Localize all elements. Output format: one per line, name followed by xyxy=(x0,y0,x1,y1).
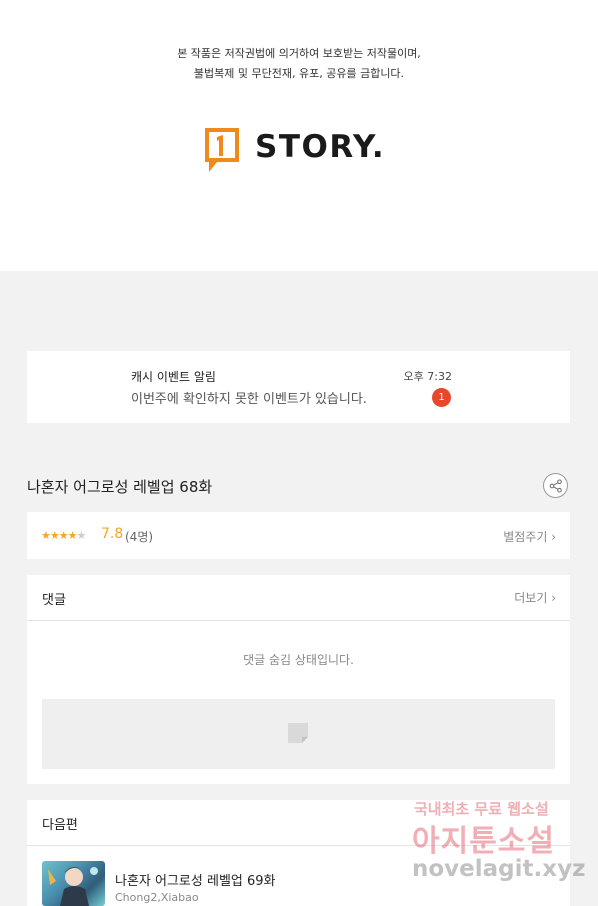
rate-button[interactable]: 별점주기 › xyxy=(503,528,556,545)
notification-count-badge: 1 xyxy=(432,388,451,407)
comments-more-link[interactable]: 더보기 › xyxy=(514,589,556,606)
logo-mark-icon xyxy=(205,128,239,172)
watermark-url: novelagit.xyz xyxy=(412,856,586,882)
copyright-notice: 본 작품은 저작권법에 의거하여 보호받는 저작물이며, 불법복제 및 무단전재… xyxy=(0,44,598,84)
filled-stars: ★★★★ xyxy=(41,529,77,542)
rating-count: (4명) xyxy=(125,530,154,544)
comments-hidden-message: 댓글 숨김 상태입니다. xyxy=(243,653,354,667)
episode-thumbnail xyxy=(42,861,105,906)
rating-score: 7.8 xyxy=(101,526,124,542)
star-rating-icon: ★★★★★ xyxy=(41,529,86,542)
logo-wordmark: STORY. xyxy=(255,129,386,165)
comments-card: 댓글 더보기 › 댓글 숨김 상태입니다. xyxy=(27,575,570,784)
watermark: 국내최초 무료 웹소설 아지툰소설 novelagit.xyz xyxy=(412,798,588,898)
divider xyxy=(27,620,570,621)
notification-time: 오후 7:32 xyxy=(403,370,452,383)
thumbnail-art-icon xyxy=(48,867,98,906)
copyright-banner: 본 작품은 저작권법에 의거하여 보호받는 저작물이며, 불법복제 및 무단전재… xyxy=(0,0,598,271)
next-episode-title: 나혼자 어그로성 레벨업 69화 xyxy=(115,874,276,889)
notification-body: 이번주에 확인하지 못한 이벤트가 있습니다. xyxy=(131,392,367,407)
comments-heading: 댓글 xyxy=(42,593,66,608)
rating-card: ★★★★★ 7.8 (4명) 별점주기 › xyxy=(27,512,570,559)
notification-card[interactable]: 캐시 이벤트 알림 이번주에 확인하지 못한 이벤트가 있습니다. 오후 7:3… xyxy=(27,351,570,423)
next-episode-author: Chong2,Xiabao xyxy=(115,891,199,904)
share-button[interactable] xyxy=(543,473,568,498)
watermark-brand: 아지툰소설 xyxy=(412,824,555,859)
next-episode-heading: 다음편 xyxy=(42,818,78,833)
empty-star: ★ xyxy=(76,529,86,542)
copyright-line-2: 불법복제 및 무단전재, 유포, 공유를 금합니다. xyxy=(193,67,405,80)
onestory-logo: STORY. xyxy=(203,126,385,174)
copyright-line-1: 본 작품은 저작권법에 의거하여 보호받는 저작물이며, xyxy=(177,47,421,60)
notification-title: 캐시 이벤트 알림 xyxy=(131,370,216,384)
episode-title: 나혼자 어그로성 레벨업 68화 xyxy=(27,478,213,496)
ad-placeholder[interactable] xyxy=(42,699,555,769)
image-placeholder-icon xyxy=(288,723,308,743)
share-icon xyxy=(549,478,562,493)
